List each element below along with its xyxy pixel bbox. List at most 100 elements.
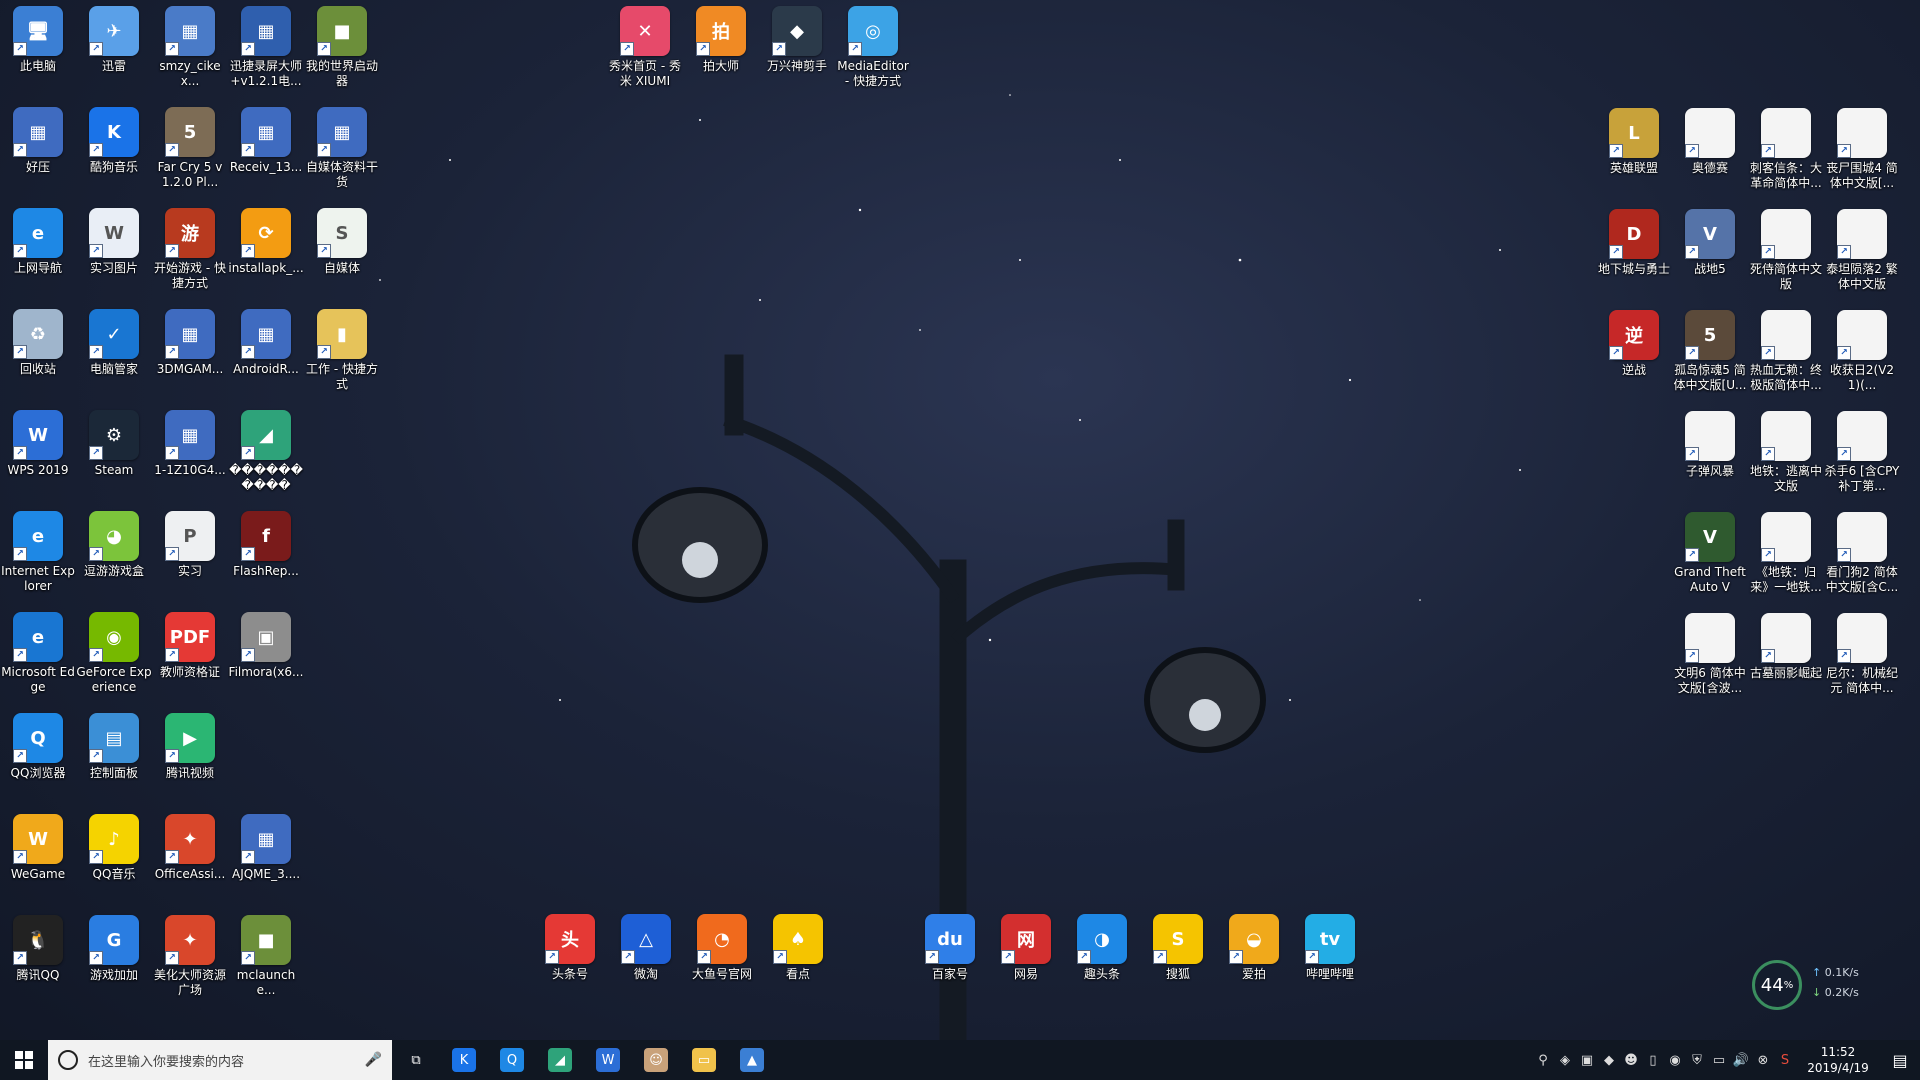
desktop-icon[interactable]: ♻ ↗ 回收站	[0, 309, 76, 377]
microphone-icon[interactable]: 🎤	[365, 1052, 382, 1068]
desktop-icon[interactable]: 游 ↗ 开始游戏 - 快捷方式	[152, 208, 228, 291]
desktop-icon[interactable]: W ↗ 实习图片	[76, 208, 152, 276]
desktop-icon[interactable]: L ↗ 英雄联盟	[1596, 108, 1672, 176]
desktop-icon[interactable]: ◕ ↗ 逗游游戏盒	[76, 511, 152, 579]
desktop-icon[interactable]: e ↗ 上网导航	[0, 208, 76, 276]
tray-app-icon-2[interactable]: ▣	[1576, 1040, 1598, 1080]
desktop-icon[interactable]: ▦ ↗ 自媒体资料干货	[304, 107, 380, 190]
desktop-icon[interactable]: du ↗ 百家号	[912, 914, 988, 982]
taskbar-search-box[interactable]: 在这里输入你要搜索的内容 🎤	[48, 1040, 392, 1080]
desktop-icon[interactable]: ▦ ↗ 迅捷录屏大师+v1.2.1电...	[228, 6, 304, 89]
tray-app-icon-3[interactable]: ◆	[1598, 1040, 1620, 1080]
desktop-icon[interactable]: 🖥 ↗ 此电脑	[0, 6, 76, 74]
desktop-icon[interactable]: ◢ ↗ ����������	[228, 410, 304, 493]
desktop-icon[interactable]: ◉ ↗ GeForce Experience	[76, 612, 152, 695]
desktop-icon[interactable]: ↗ 文明6 简体中文版[含波...	[1672, 613, 1748, 696]
taskbar-app-qq-browser[interactable]: Q	[488, 1040, 536, 1080]
desktop-icon[interactable]: ↗ 子弹风暴	[1672, 411, 1748, 479]
desktop-icon[interactable]: ↗ 奥德赛	[1672, 108, 1748, 176]
desktop-icon[interactable]: ↗ 热血无赖：终极版简体中...	[1748, 310, 1824, 393]
volume-icon[interactable]: 🔊	[1730, 1040, 1752, 1080]
taskbar-app-app-green[interactable]: ◢	[536, 1040, 584, 1080]
desktop-icon[interactable]: △ ↗ 微淘	[608, 914, 684, 982]
desktop-icon[interactable]: ♪ ↗ QQ音乐	[76, 814, 152, 882]
desktop-icon[interactable]: ↗ 尼尔：机械纪元 简体中...	[1824, 613, 1900, 696]
desktop-icon[interactable]: ▦ ↗ 好压	[0, 107, 76, 175]
desktop-icon[interactable]: ▮ ↗ 工作 - 快捷方式	[304, 309, 380, 392]
desktop-icon[interactable]: ◒ ↗ 爱拍	[1216, 914, 1292, 982]
usb-icon[interactable]: ▯	[1642, 1040, 1664, 1080]
desktop-icon[interactable]: ▦ ↗ 3DMGAM...	[152, 309, 228, 377]
desktop-icon[interactable]: ✦ ↗ OfficeAssi...	[152, 814, 228, 882]
desktop-icon[interactable]: W ↗ WeGame	[0, 814, 76, 882]
taskbar-clock[interactable]: 11:52 2019/4/19	[1796, 1044, 1880, 1076]
qq-tray-icon[interactable]: ☻	[1620, 1040, 1642, 1080]
desktop-icon[interactable]: ◔ ↗ 大鱼号官网	[684, 914, 760, 982]
desktop-icon[interactable]: 5 ↗ 孤岛惊魂5 简体中文版[U...	[1672, 310, 1748, 393]
desktop-icon[interactable]: V ↗ Grand Theft Auto V	[1672, 512, 1748, 595]
close-circle-icon[interactable]: ⊗	[1752, 1040, 1774, 1080]
desktop-icon[interactable]: K ↗ 酷狗音乐	[76, 107, 152, 175]
taskbar-app-photos[interactable]: ▲	[728, 1040, 776, 1080]
desktop-icon[interactable]: ⟳ ↗ installapk_...	[228, 208, 304, 276]
desktop-icon[interactable]: 拍 ↗ 拍大师	[683, 6, 759, 74]
desktop-icon[interactable]: Q ↗ QQ浏览器	[0, 713, 76, 781]
desktop-icon[interactable]: ▦ ↗ smzy_cikex...	[152, 6, 228, 89]
desktop-icon[interactable]: ↗ 刺客信条：大革命简体中...	[1748, 108, 1824, 191]
desktop-icon[interactable]: ◎ ↗ MediaEditor - 快捷方式	[835, 6, 911, 89]
nvidia-tray-icon[interactable]: ◉	[1664, 1040, 1686, 1080]
desktop-icon[interactable]: ↗ 看门狗2 简体中文版[含C...	[1824, 512, 1900, 595]
notification-center-icon[interactable]: ▤	[1880, 1040, 1920, 1080]
network-monitor-widget[interactable]: 44% ↑ 0.1K/s ↓ 0.2K/s	[1752, 960, 1872, 1012]
desktop-icon[interactable]: P ↗ 实习	[152, 511, 228, 579]
desktop-icon[interactable]: ↗ 地铁：逃离中文版	[1748, 411, 1824, 494]
desktop-icon[interactable]: ↗ 古墓丽影崛起	[1748, 613, 1824, 681]
desktop-icon[interactable]: ▦ ↗ 1-1Z10G4...	[152, 410, 228, 478]
desktop-icon[interactable]: ↗ 泰坦陨落2 繁体中文版	[1824, 209, 1900, 292]
desktop-icon[interactable]: 逆 ↗ 逆战	[1596, 310, 1672, 378]
desktop-icon[interactable]: ♠ ↗ 看点	[760, 914, 836, 982]
desktop-icon[interactable]: S ↗ 搜狐	[1140, 914, 1216, 982]
desktop-icon[interactable]: W ↗ WPS 2019	[0, 410, 76, 478]
desktop-icon[interactable]: ◆ ↗ 万兴神剪手	[759, 6, 835, 74]
desktop-icon[interactable]: G ↗ 游戏加加	[76, 915, 152, 983]
desktop-icon[interactable]: ▦ ↗ AJQME_3....	[228, 814, 304, 882]
desktop-icon[interactable]: f ↗ FlashRep...	[228, 511, 304, 579]
desktop-icon[interactable]: ■ ↗ 我的世界启动器	[304, 6, 380, 89]
desktop-icon[interactable]: V ↗ 战地5	[1672, 209, 1748, 277]
desktop-icon[interactable]: ↗ 死侍简体中文版	[1748, 209, 1824, 292]
desktop-icon[interactable]: 网 ↗ 网易	[988, 914, 1064, 982]
network-icon[interactable]: ▭	[1708, 1040, 1730, 1080]
desktop-icon[interactable]: ▦ ↗ AndroidR...	[228, 309, 304, 377]
desktop-icon[interactable]: ✕ ↗ 秀米首页 - 秀米 XIUMI	[607, 6, 683, 89]
desktop-icon[interactable]: ⚙ ↗ Steam	[76, 410, 152, 478]
desktop-icon[interactable]: e ↗ Internet Explorer	[0, 511, 76, 594]
desktop-icon[interactable]: ■ ↗ mclaunche...	[228, 915, 304, 998]
shield-icon[interactable]: ⛨	[1686, 1040, 1708, 1080]
desktop-icon[interactable]: ▶ ↗ 腾讯视频	[152, 713, 228, 781]
taskbar-app-kugou[interactable]: K	[440, 1040, 488, 1080]
desktop-icon[interactable]: ✦ ↗ 美化大师资源广场	[152, 915, 228, 998]
desktop-icon[interactable]: ▣ ↗ Filmora(x6...	[228, 612, 304, 680]
taskbar-app-wps[interactable]: W	[584, 1040, 632, 1080]
desktop-icon[interactable]: S ↗ 自媒体	[304, 208, 380, 276]
desktop-icon[interactable]: e ↗ Microsoft Edge	[0, 612, 76, 695]
desktop-icon[interactable]: PDF ↗ 教师资格证	[152, 612, 228, 680]
taskbar-app-task-view[interactable]: ⧉	[392, 1040, 440, 1080]
desktop-icon[interactable]: ▦ ↗ Receiv_13...	[228, 107, 304, 175]
desktop-icon[interactable]: 5 ↗ Far Cry 5 v1.2.0 Pl...	[152, 107, 228, 190]
desktop-icon[interactable]: 🐧 ↗ 腾讯QQ	[0, 915, 76, 983]
desktop-icon[interactable]: 头 ↗ 头条号	[532, 914, 608, 982]
desktop-icon[interactable]: D ↗ 地下城与勇士	[1596, 209, 1672, 277]
desktop-icon[interactable]: tv ↗ 哔哩哔哩	[1292, 914, 1368, 982]
start-button[interactable]	[0, 1040, 48, 1080]
input-method-icon[interactable]: S	[1774, 1040, 1796, 1080]
tray-app-icon-1[interactable]: ◈	[1554, 1040, 1576, 1080]
taskbar-app-avatar-app[interactable]: ☺	[632, 1040, 680, 1080]
people-icon[interactable]: ⚲	[1532, 1040, 1554, 1080]
desktop-icon[interactable]: ✈ ↗ 迅雷	[76, 6, 152, 74]
taskbar-app-file-explorer[interactable]: ▭	[680, 1040, 728, 1080]
desktop-icon[interactable]: ✓ ↗ 电脑管家	[76, 309, 152, 377]
desktop-icon[interactable]: ↗ 收获日2(V21)(...	[1824, 310, 1900, 393]
desktop-icon[interactable]: ◑ ↗ 趣头条	[1064, 914, 1140, 982]
